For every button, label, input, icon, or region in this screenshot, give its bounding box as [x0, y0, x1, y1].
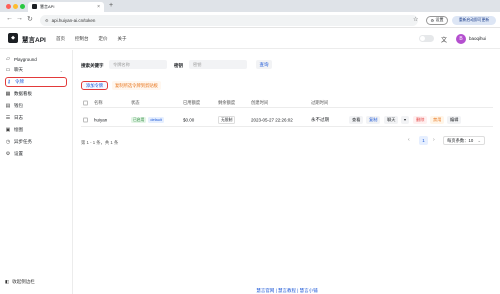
chevron-down-icon: ⌄: [59, 67, 63, 73]
app-name[interactable]: 慧言API: [22, 34, 46, 44]
group-badge: default: [148, 116, 164, 123]
key-icon: ⚷: [7, 79, 11, 85]
add-token-button[interactable]: 添加令牌: [81, 81, 108, 90]
copy-selected-button[interactable]: 复制所选令牌到剪贴板: [112, 81, 161, 90]
nav-pricing[interactable]: 定价: [99, 36, 108, 42]
keyword-input[interactable]: 令牌名称: [109, 60, 167, 69]
next-page-icon[interactable]: ›: [433, 137, 435, 143]
url-text: api.huiyan-ai.cn/token: [51, 17, 96, 23]
remaining-badge: 无限制: [218, 115, 236, 124]
chat-icon: ▭: [5, 67, 11, 73]
log-icon: ☰: [5, 115, 11, 121]
table-row: huiyan 已启用 default $0.00 无限制 2023-05-27 2…: [81, 113, 493, 127]
settings-icon: ⚙: [5, 151, 11, 157]
sidebar: ▱ Playground ▭ 聊天 ⌄ ⚷ 令牌 ▦ 数据看板 ▤ 钱包 ☰ 日…: [0, 50, 73, 294]
settings-pill-button[interactable]: ⚙ 设置: [426, 15, 448, 25]
image-icon: ▣: [5, 127, 11, 133]
bookmark-star-icon[interactable]: ☆: [413, 16, 418, 23]
app-header: ◆ 慧言API 首页 控制台 定价 关于 文 B baoqihui: [0, 29, 500, 49]
reload-icon[interactable]: ↻: [27, 15, 33, 23]
table-header: 名称 状态 已用额度 剩余额度 创建时间 过期时间: [81, 98, 493, 108]
task-icon: ◷: [5, 139, 11, 145]
page-1-button[interactable]: 1: [419, 136, 428, 145]
chat-button[interactable]: 聊天: [384, 116, 399, 124]
toggle-knob: [420, 36, 425, 41]
nav-console[interactable]: 控制台: [75, 36, 89, 42]
dashboard-icon: ▦: [5, 91, 11, 97]
sidebar-item-tasks[interactable]: ◷ 异步任务: [5, 137, 67, 147]
disable-button[interactable]: 禁用: [430, 116, 445, 124]
delete-button[interactable]: 删除: [413, 116, 428, 124]
select-all-checkbox[interactable]: [83, 100, 88, 105]
theme-toggle[interactable]: [419, 35, 434, 42]
app-logo-icon[interactable]: ◆: [8, 33, 18, 43]
top-nav: 首页 控制台 定价 关于: [56, 36, 127, 42]
col-status: 状态: [131, 99, 140, 105]
chevron-down-icon: ⌄: [477, 138, 481, 143]
wallet-icon: ▤: [5, 103, 11, 109]
sidebar-collapse-button[interactable]: ◧ 收起侧边栏: [5, 279, 35, 285]
page-size-select[interactable]: 每页条数：10 ⌄: [443, 136, 485, 145]
forward-icon[interactable]: →: [16, 15, 23, 22]
status-badge: 已启用: [131, 116, 147, 123]
token-name: huiyan: [94, 117, 108, 122]
nav-home[interactable]: 首页: [56, 36, 65, 42]
favicon-icon: [32, 4, 37, 10]
browser-toolbar: ← → ↻ ⚙ api.huiyan-ai.cn/token ☆ ⚙ 设置 重新…: [0, 12, 500, 28]
avatar[interactable]: B: [456, 33, 466, 44]
col-created: 创建时间: [251, 99, 269, 105]
sidebar-item-wallet[interactable]: ▤ 钱包: [5, 101, 67, 111]
sidebar-item-playground[interactable]: ▱ Playground: [5, 54, 67, 64]
used-quota: $0.00: [183, 117, 195, 122]
username[interactable]: baoqihui: [469, 36, 486, 41]
sidebar-item-dashboard[interactable]: ▦ 数据看板: [5, 89, 67, 99]
sidebar-item-drawing[interactable]: ▣ 绘图: [5, 125, 67, 135]
col-used: 已用额度: [183, 99, 201, 105]
playground-icon: ▱: [6, 56, 10, 62]
sidebar-item-settings[interactable]: ⚙ 设置: [5, 149, 67, 159]
status-badges: 已启用 default: [131, 116, 164, 123]
key-input[interactable]: 密钥: [189, 60, 247, 69]
key-label: 密钥: [174, 63, 183, 68]
restart-update-button[interactable]: 重新启动即可更新: [452, 15, 496, 25]
sidebar-item-tokens[interactable]: ⚷ 令牌: [5, 77, 67, 87]
browser-tabstrip: 慧言API × +: [0, 0, 500, 12]
tab-title: 慧言API: [40, 3, 55, 9]
address-bar[interactable]: ⚙ api.huiyan-ai.cn/token: [40, 14, 418, 26]
view-button[interactable]: 查看: [349, 116, 364, 124]
col-expires: 过期时间: [311, 99, 329, 105]
row-checkbox[interactable]: [83, 117, 88, 122]
minimize-window-button[interactable]: [13, 3, 18, 9]
pagination-info: 第 1 - 1 条，共 1 条: [81, 140, 119, 145]
site-info-icon[interactable]: ⚙: [45, 18, 49, 23]
collapse-icon: ◧: [5, 279, 10, 284]
copy-button[interactable]: 复制: [366, 116, 381, 124]
created-time: 2023-05-27 22:26:02: [251, 117, 293, 122]
maximize-window-button[interactable]: [20, 3, 25, 9]
prev-page-icon[interactable]: ‹: [408, 137, 410, 143]
close-tab-icon[interactable]: ×: [97, 4, 100, 10]
col-name: 名称: [94, 99, 103, 105]
browser-tab[interactable]: 慧言API ×: [28, 1, 104, 12]
edit-button[interactable]: 编辑: [447, 116, 462, 124]
sidebar-item-logs[interactable]: ☰ 日志: [5, 113, 67, 123]
language-icon[interactable]: 文: [441, 35, 447, 44]
nav-about[interactable]: 关于: [118, 36, 127, 42]
col-remaining: 剩余额度: [218, 99, 236, 105]
back-icon[interactable]: ←: [6, 15, 13, 22]
footer-links[interactable]: 慧言官网 | 慧言教程 | 慧言小铺: [74, 288, 500, 294]
keyword-label: 搜索关键字: [81, 63, 104, 68]
main-content: 搜索关键字 令牌名称 密钥 密钥 查询 添加令牌 复制所选令牌到剪贴板 名称 状…: [74, 50, 500, 294]
sidebar-item-chat[interactable]: ▭ 聊天 ⌄: [5, 65, 67, 75]
new-tab-icon[interactable]: +: [109, 2, 113, 9]
expire-time: 永不过期: [311, 116, 329, 122]
query-button[interactable]: 查询: [256, 60, 272, 69]
chat-dropdown-icon[interactable]: ▾: [401, 116, 410, 124]
gear-icon: ⚙: [430, 17, 435, 23]
close-window-button[interactable]: [6, 3, 11, 9]
